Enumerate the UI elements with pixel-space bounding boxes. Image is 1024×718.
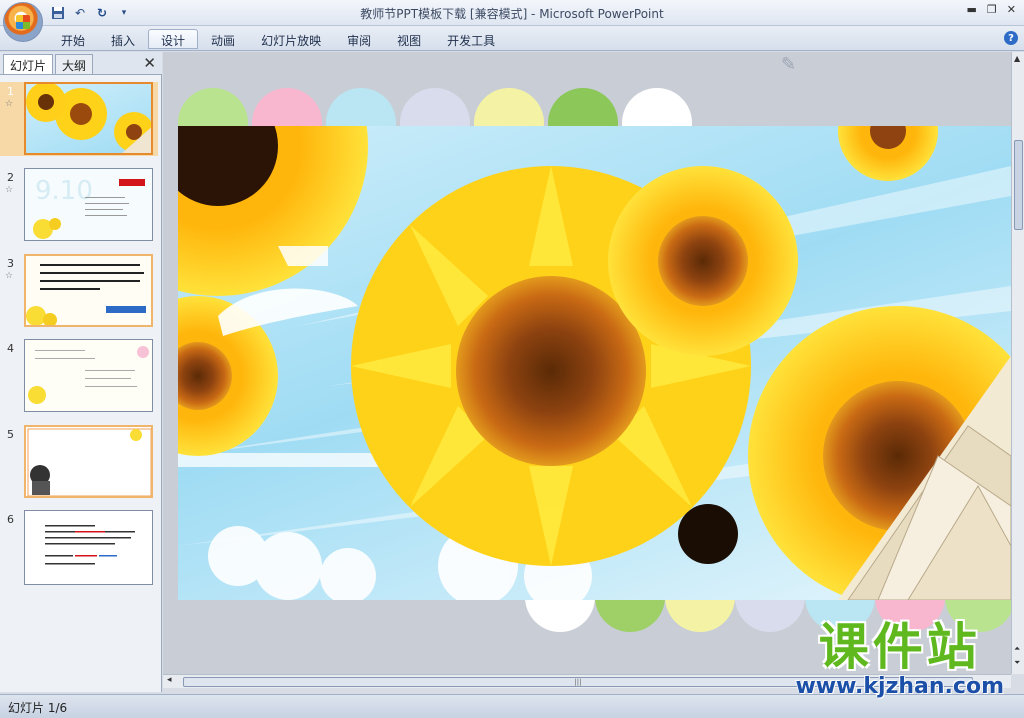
- close-icon[interactable]: ✕: [1007, 3, 1016, 16]
- slide-number: 5: [7, 428, 14, 441]
- tab-developer[interactable]: 开发工具: [434, 29, 508, 49]
- tab-design[interactable]: 设计: [148, 29, 199, 49]
- slide-thumbnail-row[interactable]: 6: [0, 510, 158, 585]
- sunflower-artwork: [178, 126, 1011, 600]
- slide-editing-area: ✎: [163, 52, 1011, 674]
- tab-insert[interactable]: 插入: [98, 29, 148, 49]
- window-controls: ▬ ❐ ✕: [967, 3, 1017, 16]
- slide-thumbnail[interactable]: [24, 510, 153, 585]
- ribbon-tab-bar: 开始 插入 设计 动画 幻灯片放映 审阅 视图 开发工具 ?: [0, 26, 1024, 51]
- slide-thumbnail[interactable]: 9.10: [24, 168, 153, 241]
- watermark-title: 课件站: [818, 618, 981, 676]
- previous-slide-icon[interactable]: ⏶: [1014, 644, 1020, 654]
- restore-icon[interactable]: ❐: [987, 3, 997, 16]
- next-slide-icon[interactable]: ⏷: [1014, 658, 1020, 668]
- watermark: 课件站 www.kjzhan.com: [795, 620, 1004, 699]
- title-bar: ↶ ↻ ▾ 教师节PPT模板下载 [兼容模式] - Microsoft Powe…: [0, 0, 1024, 42]
- tab-view[interactable]: 视图: [384, 29, 434, 49]
- slide-number: 6: [7, 513, 14, 526]
- office-button[interactable]: [3, 2, 43, 42]
- panel-tab-bar: 幻灯片 大纲 ✕: [0, 52, 162, 75]
- svg-text:9.10: 9.10: [35, 176, 93, 206]
- tab-outline[interactable]: 大纲: [55, 54, 94, 74]
- slide-thumbnail-row[interactable]: 5: [0, 425, 158, 499]
- tab-animations[interactable]: 动画: [198, 29, 248, 49]
- watermark-url: www.kjzhan.com: [795, 674, 1004, 699]
- slide-thumbnail-row[interactable]: 1 ☆: [0, 82, 158, 156]
- slide-number: 1: [7, 85, 14, 98]
- slide-indicator: 幻灯片 1/6: [8, 701, 68, 715]
- animation-icon: ☆: [5, 271, 14, 281]
- slide-thumbnail[interactable]: [24, 254, 153, 327]
- slide-thumbnail-row[interactable]: 2 ☆ 9.10: [0, 168, 158, 242]
- slide-thumbnail-row[interactable]: 3 ☆: [0, 254, 158, 328]
- slide-number: 3: [7, 257, 14, 270]
- scroll-thumb[interactable]: [1014, 140, 1023, 230]
- vertical-scrollbar[interactable]: ▲ ⏶ ⏷: [1011, 52, 1024, 674]
- window-title: 教师节PPT模板下载 [兼容模式] - Microsoft PowerPoint: [360, 7, 664, 21]
- animation-icon: ☆: [5, 99, 14, 109]
- slide-number: 4: [7, 342, 14, 355]
- minimize-icon[interactable]: ▬: [967, 3, 977, 16]
- help-icon[interactable]: ?: [1004, 31, 1018, 45]
- office-logo-icon: [16, 15, 30, 29]
- animation-icon: ☆: [5, 185, 14, 195]
- tab-home[interactable]: 开始: [48, 29, 98, 49]
- tab-review[interactable]: 审阅: [334, 29, 384, 49]
- slide-thumbnail[interactable]: [24, 339, 153, 412]
- scroll-up-icon[interactable]: ▲: [1014, 54, 1020, 63]
- close-icon[interactable]: ✕: [143, 54, 156, 72]
- slide-thumbnail[interactable]: [24, 425, 153, 498]
- megaphone-icon: ✎: [781, 54, 797, 75]
- slide-canvas[interactable]: [178, 126, 1011, 600]
- scroll-left-icon[interactable]: ◂: [167, 675, 172, 685]
- slide-thumbnail[interactable]: [24, 82, 153, 155]
- slides-panel: 幻灯片 大纲 ✕ 1 ☆ 2 ☆ 9.10 3 ☆ 4 5 6: [0, 52, 162, 692]
- tab-slides[interactable]: 幻灯片: [3, 54, 54, 74]
- tab-slideshow[interactable]: 幻灯片放映: [248, 29, 334, 49]
- slide-thumbnail-row[interactable]: 4: [0, 339, 158, 413]
- slide-number: 2: [7, 171, 14, 184]
